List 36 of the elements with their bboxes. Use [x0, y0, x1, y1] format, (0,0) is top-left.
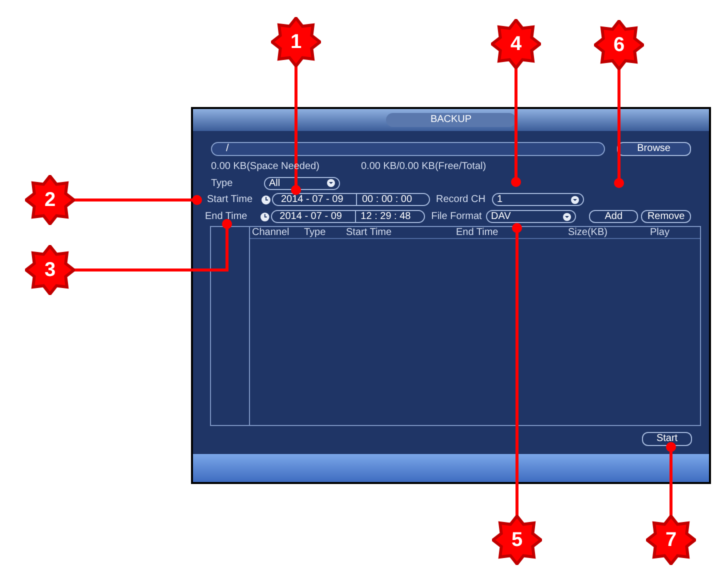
end-time-label: End Time — [205, 210, 248, 224]
numbered-star-callout: 3 — [25, 245, 75, 295]
dropdown-arrow-icon — [327, 179, 335, 187]
date-value: 2014 - 07 - 09 — [272, 211, 356, 222]
window-title: BACKUP — [386, 113, 516, 127]
dropdown-arrow-icon — [571, 196, 579, 204]
column-header: Start Time — [345, 227, 393, 238]
type-label: Type — [211, 176, 234, 190]
browse-button[interactable]: Browse — [616, 142, 691, 156]
numbered-star-callout: 1 — [271, 17, 321, 67]
record-ch-dropdown[interactable]: 1 — [492, 193, 584, 206]
end-time-field[interactable]: 2014 - 07 - 09 12 : 29 : 48 — [270, 210, 426, 223]
dropdown-arrow-icon — [563, 212, 572, 220]
column-header: Type — [303, 227, 327, 238]
numbered-star-callout: 7 — [646, 515, 696, 565]
clock-icon — [261, 194, 271, 204]
column-header: Size(KB) — [567, 227, 608, 238]
numbered-star-callout: 6 — [594, 20, 644, 70]
file-format-dropdown[interactable]: DAV — [486, 210, 576, 223]
numbered-star-callout: 2 — [25, 175, 75, 225]
column-header: End Time — [455, 227, 500, 238]
column-header: Channel — [251, 227, 290, 238]
numbered-star-callout: 5 — [492, 515, 542, 565]
start-time-label: Start Time — [207, 193, 254, 207]
start-time-field[interactable]: 2014 - 07 - 09 00 : 00 : 00 — [272, 193, 430, 206]
column-header: Play — [649, 227, 670, 238]
file-format-label: File Format — [431, 210, 483, 224]
clock-icon — [260, 212, 270, 222]
time-value: 00 : 00 : 00 — [361, 194, 412, 205]
add-button[interactable]: Add — [589, 210, 638, 223]
record-ch-label: Record CH — [436, 193, 486, 207]
numbered-star-callout: 4 — [491, 19, 541, 69]
remove-button[interactable]: Remove — [641, 210, 692, 223]
free-total-text: 0.00 KB/0.00 KB(Free/Total) — [361, 160, 486, 174]
time-value: 12 : 29 : 48 — [360, 211, 411, 222]
path-field[interactable]: / — [211, 142, 605, 156]
